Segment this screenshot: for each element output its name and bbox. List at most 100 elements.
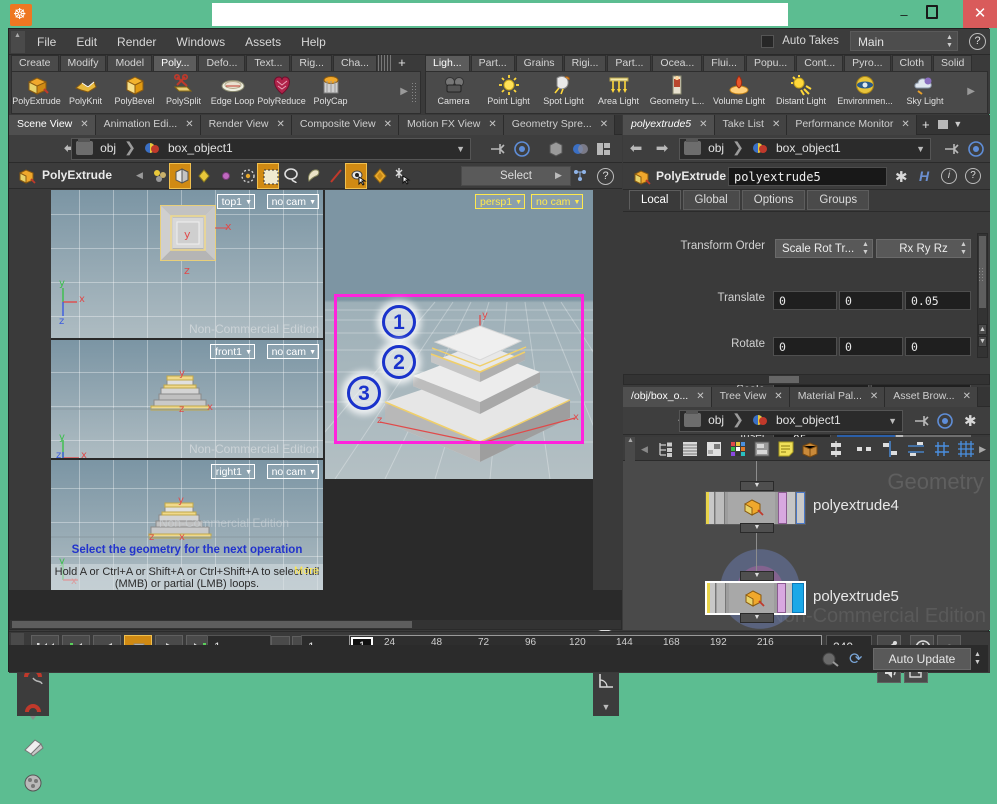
translate-x-field[interactable]: 0 xyxy=(773,291,837,310)
tab-close-icon[interactable]: ✕ xyxy=(384,119,392,130)
persp-view-selector[interactable]: persp1 xyxy=(475,194,526,210)
help-icon[interactable]: ? xyxy=(969,32,986,50)
polyextrude5-output-port[interactable]: ▼ xyxy=(740,613,774,623)
target-icon[interactable] xyxy=(513,140,531,161)
tab-asset-browser[interactable]: Asset Brow... ✕ xyxy=(885,387,978,407)
shelf-tool-edgeloop[interactable]: Edge Loop xyxy=(208,72,257,113)
shelf-scroll-right-icon-2[interactable]: ▶ xyxy=(967,86,975,97)
list-view-icon[interactable] xyxy=(681,440,699,461)
front-camera-selector[interactable]: no cam xyxy=(266,344,319,360)
parameter-v-scrollbar[interactable]: ▲ ▼ xyxy=(977,233,988,358)
select-all-icon[interactable] xyxy=(389,163,411,189)
menu-edit[interactable]: Edit xyxy=(66,29,107,55)
tab-render-view[interactable]: Render View ✕ xyxy=(200,115,292,135)
shelf-tool-polycap[interactable]: PolyCap xyxy=(306,72,355,113)
network-toolbar-grip[interactable]: ▲ xyxy=(625,437,635,461)
parameter-resize-grip[interactable] xyxy=(978,267,985,281)
param-nav-forward-icon[interactable]: ➡ xyxy=(649,135,675,163)
houdini-h-icon[interactable]: H xyxy=(919,168,929,184)
scroll-down-arrow-icon[interactable]: ▼ xyxy=(978,336,987,347)
tab-close-icon[interactable]: ✕ xyxy=(774,391,782,402)
maximize-parameter-pane-icon[interactable] xyxy=(935,115,951,135)
param-tab-global[interactable]: Global xyxy=(682,190,740,210)
tab-material-palette[interactable]: Material Pal... ✕ xyxy=(789,387,886,407)
select-mode-caret-icon[interactable]: ▶ xyxy=(555,170,562,181)
align-left-icon[interactable] xyxy=(881,440,899,461)
scroll-up-arrow-icon[interactable]: ▲ xyxy=(978,324,987,335)
auto-update-dropdown[interactable]: Auto Update xyxy=(873,648,971,670)
node-render-flag[interactable] xyxy=(777,583,786,613)
view-camera-icon[interactable] xyxy=(18,768,50,804)
tab-composite-view[interactable]: Composite View ✕ xyxy=(291,115,399,135)
material-display-icon[interactable] xyxy=(571,140,589,161)
polyextrude4-input-port[interactable]: ▼ xyxy=(740,481,774,491)
shelf-tool-sky-light[interactable]: Sky Light xyxy=(898,72,952,113)
shelf-tab-containers[interactable]: Cont... xyxy=(796,55,844,71)
shelf-tab-grains[interactable]: Grains xyxy=(515,55,563,71)
viewport-hint-more-link[interactable]: More xyxy=(294,565,319,577)
menubar-grip[interactable] xyxy=(11,31,25,53)
tab-take-list[interactable]: Take List ✕ xyxy=(714,115,788,135)
tab-close-icon[interactable]: ✕ xyxy=(277,119,285,130)
box-select-icon[interactable] xyxy=(257,163,279,189)
tab-close-icon[interactable]: ✕ xyxy=(600,119,608,130)
shelf-tool-environment-light[interactable]: Environmen... xyxy=(832,72,898,113)
tab-scene-view[interactable]: Scene View ✕ xyxy=(9,115,96,135)
shelf-tool-spot-light[interactable]: Spot Light xyxy=(536,72,591,113)
transform-order-srt-dropdown[interactable]: Scale Rot Tr... ▲ ▼ xyxy=(775,239,873,258)
edge-select-mode-icon[interactable] xyxy=(213,163,235,189)
add-parameter-tab-button[interactable]: + xyxy=(917,115,935,134)
pin-icon[interactable] xyxy=(487,140,505,161)
net-pin-icon[interactable] xyxy=(911,412,929,433)
shelf-resize-grip[interactable] xyxy=(411,82,418,102)
cook-indicator-icon[interactable] xyxy=(821,650,841,671)
layout-icon[interactable] xyxy=(595,140,613,161)
tab-performance-monitor[interactable]: Performance Monitor ✕ xyxy=(787,115,917,135)
translate-y-field[interactable]: 0 xyxy=(839,291,903,310)
node-lock-flag[interactable] xyxy=(717,583,726,613)
tab-network-obj-box[interactable]: /obj/box_o... ✕ xyxy=(623,387,712,407)
hierarchy-icon[interactable] xyxy=(657,440,675,461)
shelf-tool-geometry-light[interactable]: Geometry L... xyxy=(646,72,708,113)
front-viewport[interactable]: y z x y x z front1 no cam xyxy=(51,340,323,458)
toolbar-scroll-left-icon[interactable]: ◀ xyxy=(136,170,143,181)
shelf-tab-fluids[interactable]: Flui... xyxy=(703,55,745,71)
viewport-layout-icon[interactable] xyxy=(572,167,590,188)
scene-path-field[interactable]: obj ❯ box_object1 ▼ xyxy=(71,137,471,160)
rotate-x-field[interactable]: 0 xyxy=(773,337,837,356)
shelf-tab-rig[interactable]: Rig... xyxy=(291,55,332,71)
tab-close-icon[interactable]: ✕ xyxy=(185,119,193,130)
align-vertical-icon[interactable] xyxy=(829,440,843,461)
tab-tree-view[interactable]: Tree View ✕ xyxy=(711,387,790,407)
menu-file[interactable]: File xyxy=(27,29,66,55)
translate-z-field[interactable]: 0.05 xyxy=(905,291,971,310)
shelf-tab-create[interactable]: Create xyxy=(11,55,59,71)
front-view-selector[interactable]: front1 xyxy=(210,344,255,360)
param-tab-groups[interactable]: Groups xyxy=(807,190,870,210)
top-view-selector[interactable]: top1 xyxy=(216,194,255,210)
node-state-icon[interactable] xyxy=(147,163,169,189)
param-tab-options[interactable]: Options xyxy=(741,190,806,210)
param-help-icon[interactable]: ? xyxy=(965,168,981,184)
node-lock-flag[interactable] xyxy=(716,492,725,524)
persp-viewport[interactable]: y z x 1 2 3 persp1 ▼ no cam ▼ xyxy=(325,190,593,479)
network-toolbar-scroll-left-icon[interactable]: ◀ xyxy=(641,444,648,455)
shelf-tool-polysplit[interactable]: PolySplit xyxy=(159,72,208,113)
shelf-tool-polyknit[interactable]: PolyKnit xyxy=(61,72,110,113)
refresh-icon[interactable]: ⟳ xyxy=(849,649,862,669)
node-info-icon[interactable] xyxy=(705,440,723,461)
lasso-select-icon[interactable] xyxy=(279,163,301,189)
object-select-mode-icon[interactable] xyxy=(169,163,191,189)
menu-windows[interactable]: Windows xyxy=(166,29,235,55)
shelf-tool-polyreduce[interactable]: PolyReduce xyxy=(257,72,306,113)
shelf-tab-ocean[interactable]: Ocea... xyxy=(652,55,703,71)
node-polyextrude4[interactable] xyxy=(705,491,806,525)
tab-close-icon[interactable]: ✕ xyxy=(488,119,496,130)
shelf-tool-camera[interactable]: Camera xyxy=(426,72,481,113)
parameter-h-scroll-thumb[interactable] xyxy=(769,376,799,383)
tab-polyextrude5[interactable]: polyextrude5 ✕ xyxy=(623,115,715,135)
primitive-select-mode-icon[interactable] xyxy=(235,163,257,189)
material-paint-icon[interactable] xyxy=(18,732,50,768)
object-display-icon[interactable] xyxy=(547,140,565,161)
auto-update-chevron-icon[interactable]: ▲ ▼ xyxy=(973,651,982,667)
